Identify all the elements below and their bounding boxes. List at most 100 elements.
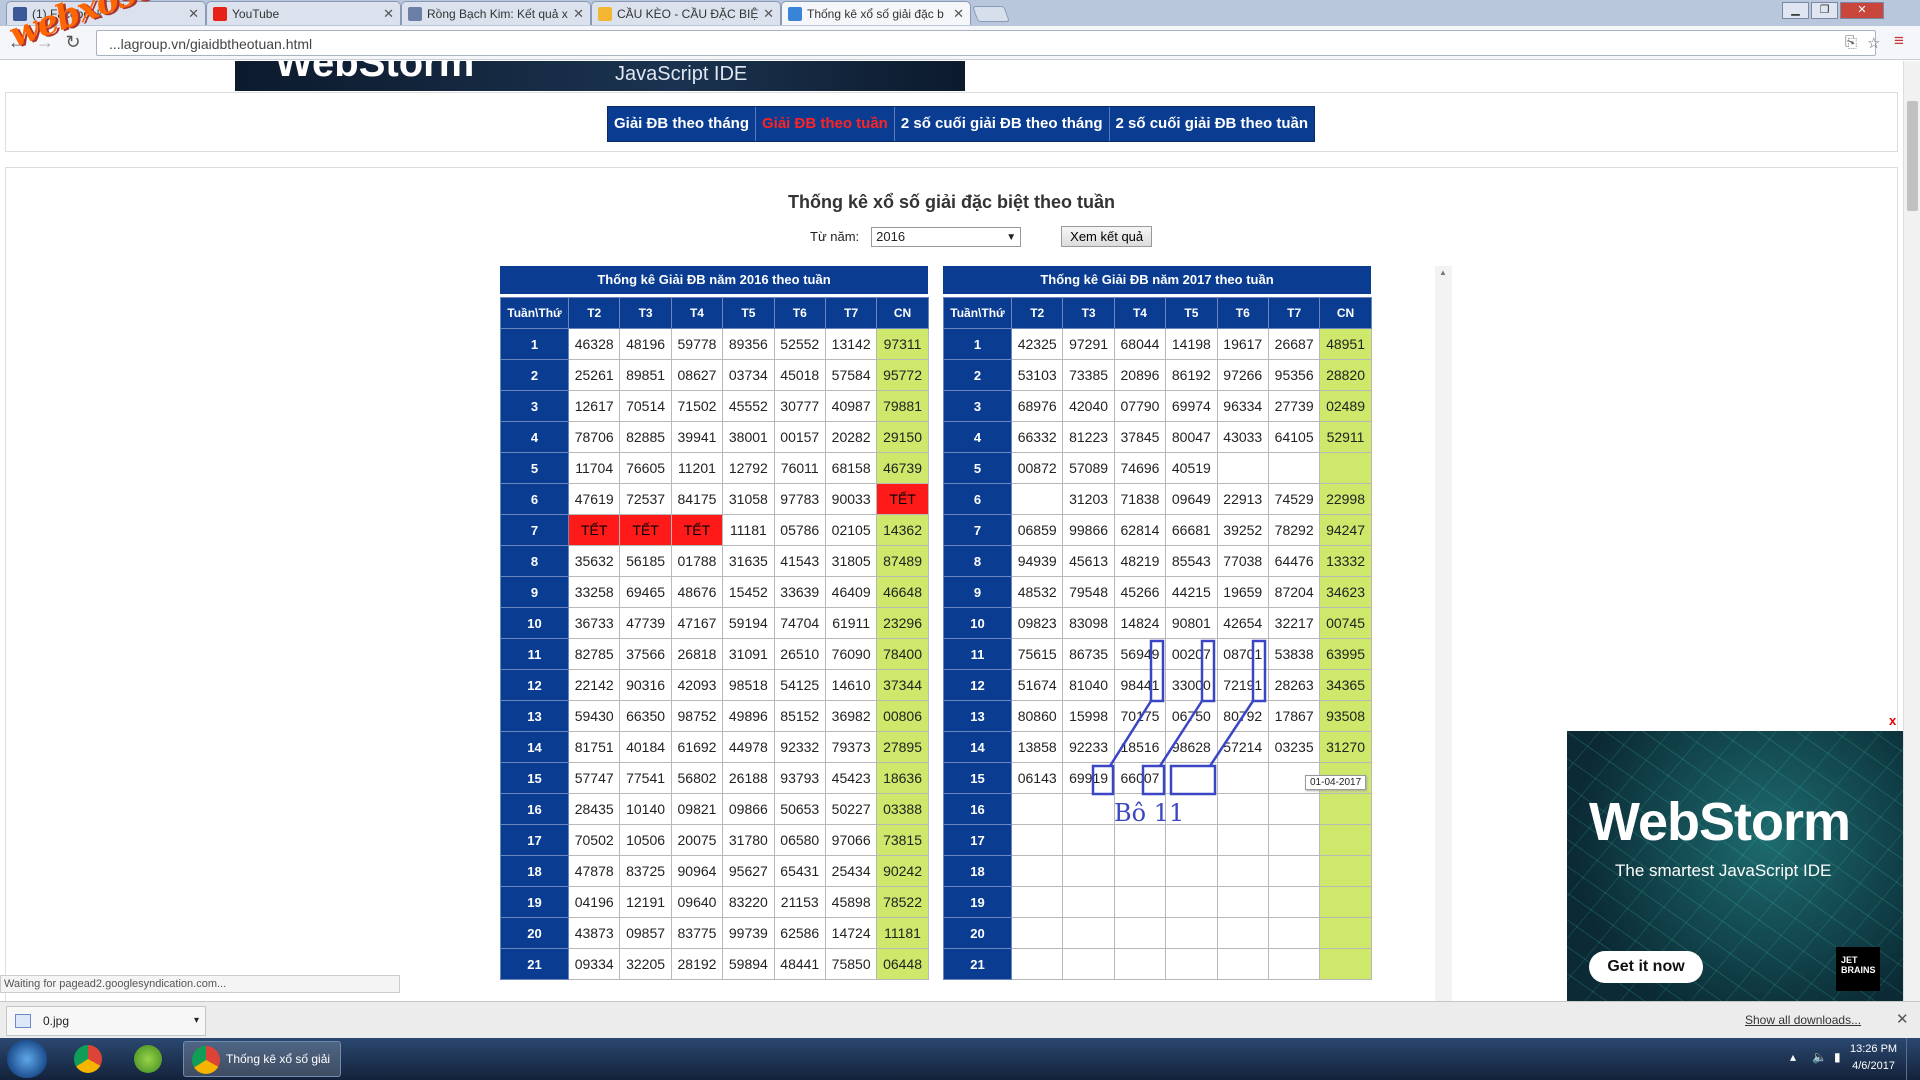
side-ad[interactable]: WebStorm The smartest JavaScript IDE Get… — [1567, 731, 1903, 1001]
close-icon[interactable]: ✕ — [573, 6, 584, 22]
result-cell: 22913 — [1216, 483, 1269, 515]
result-cell: 27739 — [1267, 390, 1321, 422]
result-cell: 53103 — [1010, 359, 1064, 391]
ad-get-it-now-button[interactable]: Get it now — [1589, 951, 1703, 983]
week-number-cell: 14 — [943, 731, 1012, 763]
nav-tab-db-month[interactable]: Giải ĐB theo tháng — [608, 107, 756, 141]
result-cell: 46739 — [876, 452, 929, 484]
tab-rong-bach-kim[interactable]: Rồng Bạch Kim: Kết quả x ✕ — [401, 1, 591, 25]
result-cell: 41543 — [773, 545, 826, 577]
result-cell: 32205 — [619, 948, 672, 980]
result-cell: 57584 — [824, 359, 878, 391]
clock-date: 4/6/2017 — [1852, 1060, 1895, 1072]
week-number-cell: 17 — [943, 824, 1012, 856]
tray-arrow-icon[interactable]: ▴ — [1790, 1050, 1796, 1064]
result-cell — [1216, 917, 1269, 949]
close-icon[interactable]: ✕ — [763, 6, 774, 22]
close-icon[interactable]: ✕ — [188, 6, 199, 22]
ad-close-button[interactable]: x — [1889, 713, 1896, 728]
result-cell — [1113, 793, 1167, 825]
result-cell: 68976 — [1010, 390, 1064, 422]
result-cell: 33258 — [567, 576, 621, 608]
result-cell: 02489 — [1319, 390, 1372, 422]
nav-tab-last2-week[interactable]: 2 số cuối giải ĐB theo tuần — [1110, 107, 1315, 141]
tab-cau-keo[interactable]: CẦU KÈO - CẦU ĐẶC BIỆT ✕ — [591, 1, 781, 25]
scroll-up-icon[interactable]: ▲ — [1439, 268, 1447, 277]
result-cell: 85152 — [773, 700, 826, 732]
result-cell: 09334 — [567, 948, 621, 980]
show-all-downloads-link[interactable]: Show all downloads... — [1745, 1013, 1861, 1027]
result-cell: 85543 — [1165, 545, 1218, 577]
column-header: T7 — [824, 297, 878, 329]
result-cell: 75615 — [1010, 638, 1064, 670]
start-button[interactable] — [7, 1040, 47, 1078]
page-scrollbar[interactable] — [1903, 61, 1920, 1001]
result-cell: 03734 — [722, 359, 775, 391]
column-header: T7 — [1267, 297, 1321, 329]
new-tab-button[interactable] — [972, 6, 1010, 22]
taskbar-active-window[interactable]: Thống kê xổ số giải đặc b — [183, 1041, 341, 1077]
chevron-down-icon[interactable]: ▾ — [194, 1007, 199, 1035]
result-cell: 76605 — [619, 452, 672, 484]
result-cell: 03235 — [1267, 731, 1321, 763]
status-bubble: Waiting for pagead2.googlesyndication.co… — [0, 975, 400, 993]
result-cell: 33639 — [773, 576, 826, 608]
close-icon[interactable]: ✕ — [383, 6, 394, 22]
minimize-button[interactable]: ▁ — [1782, 2, 1809, 19]
table-row: 21 09334 32205 28192 59894 48441 75850 06448 — [500, 948, 929, 980]
address-bar[interactable]: ...lagroup.vn/giaidbtheotuan.html — [96, 30, 1876, 56]
download-item[interactable]: 0.jpg ▾ — [6, 1006, 206, 1036]
result-cell: 28820 — [1319, 359, 1372, 391]
maximize-button[interactable]: ❐ — [1811, 2, 1838, 19]
result-cell: 30777 — [773, 390, 826, 422]
week-number-cell: 15 — [943, 762, 1012, 794]
result-cell: 37845 — [1113, 421, 1167, 453]
clock[interactable]: 13:26 PM 4/6/2017 — [1850, 1041, 1897, 1075]
windows-taskbar: Thống kê xổ số giải đặc b ▴ 🔈 ▮ 13:26 PM… — [0, 1038, 1920, 1080]
menu-icon[interactable]: ≡ — [1894, 31, 1904, 51]
column-header: CN — [1319, 297, 1372, 329]
close-icon[interactable]: ✕ — [953, 6, 964, 22]
result-cell — [1010, 855, 1064, 887]
week-number-cell: 12 — [500, 669, 569, 701]
scroll-thumb[interactable] — [1907, 101, 1918, 211]
taskbar-app[interactable] — [120, 1041, 176, 1077]
result-cell: 19617 — [1216, 328, 1269, 360]
network-icon[interactable]: ▮ — [1834, 1050, 1841, 1064]
taskbar-chrome[interactable] — [60, 1041, 116, 1077]
tab-thong-ke[interactable]: Thống kê xổ số giải đặc b ✕ — [781, 1, 971, 25]
result-cell: 08701 — [1216, 638, 1269, 670]
result-cell: 21153 — [773, 886, 826, 918]
volume-icon[interactable]: 🔈 — [1812, 1050, 1827, 1064]
tab-youtube[interactable]: YouTube ✕ — [206, 1, 401, 25]
close-icon[interactable]: ✕ — [1896, 1010, 1909, 1028]
result-cell: 10506 — [619, 824, 672, 856]
table-row: 2 25261 89851 08627 03734 45018 57584 95772 — [500, 359, 929, 391]
close-window-button[interactable]: ✕ — [1840, 2, 1884, 19]
show-desktop-button[interactable] — [1906, 1038, 1920, 1080]
week-number-cell: 3 — [943, 390, 1012, 422]
result-cell: 06580 — [773, 824, 826, 856]
table-2016-title: Thống kê Giải ĐB năm 2016 theo tuần — [500, 266, 928, 294]
result-cell: 82785 — [567, 638, 621, 670]
xs-icon — [598, 6, 612, 21]
result-cell: 62814 — [1113, 514, 1167, 546]
nav-tab-db-week[interactable]: Giải ĐB theo tuần — [756, 107, 895, 141]
view-results-button[interactable]: Xem kết quả — [1061, 226, 1153, 247]
bookmark-star-icon[interactable]: ☆ — [1867, 34, 1880, 52]
top-ad-banner[interactable]: WebStorm JavaScript IDE — [235, 61, 965, 91]
year-select[interactable]: 2016 — [871, 226, 1022, 247]
result-cell — [1319, 886, 1372, 918]
taskbar-window-title: Thống kê xổ số giải đặc b — [226, 1052, 331, 1066]
nav-tab-last2-month[interactable]: 2 số cuối giải ĐB theo tháng — [895, 107, 1110, 141]
result-cell: 06143 — [1010, 762, 1064, 794]
result-cell — [1113, 886, 1167, 918]
content-scrollbar[interactable]: ▲ — [1435, 266, 1452, 1001]
table-row: 19 — [943, 886, 1372, 918]
column-header: T5 — [722, 297, 775, 329]
week-number-cell: 4 — [943, 421, 1012, 453]
translate-icon[interactable]: ⎘ — [1845, 34, 1857, 51]
result-cell: 97291 — [1062, 328, 1115, 360]
result-cell: 68158 — [824, 452, 878, 484]
result-cell: 20282 — [824, 421, 878, 453]
